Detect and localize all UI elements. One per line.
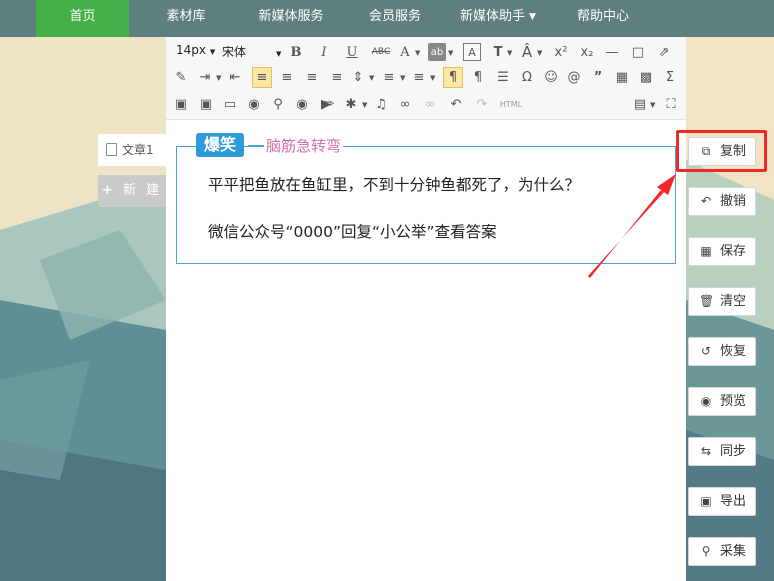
red-arrow-annotation (588, 174, 676, 278)
